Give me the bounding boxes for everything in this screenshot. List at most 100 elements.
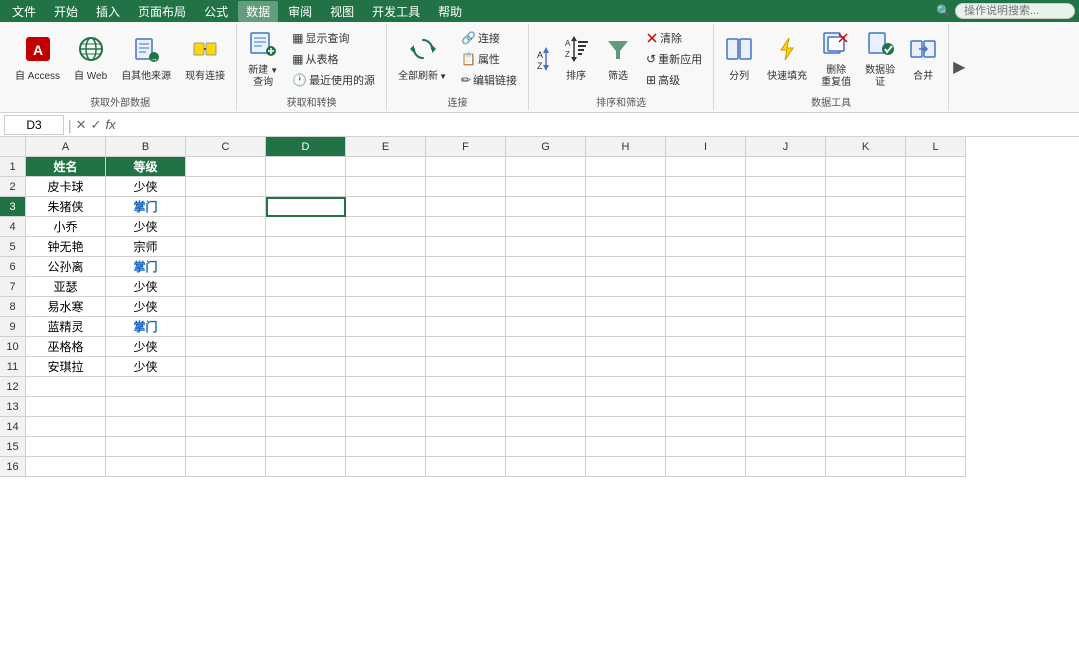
cell-D11[interactable] <box>266 357 346 377</box>
cell-A9[interactable]: 蓝精灵 <box>26 317 106 337</box>
cell-J2[interactable] <box>746 177 826 197</box>
cell-C13[interactable] <box>186 397 266 417</box>
cell-B7[interactable]: 少侠 <box>106 277 186 297</box>
menu-file[interactable]: 文件 <box>4 1 44 22</box>
cell-L9[interactable] <box>906 317 966 337</box>
cell-A3[interactable]: 朱猪侠 <box>26 197 106 217</box>
cell-K15[interactable] <box>826 437 906 457</box>
cell-E2[interactable] <box>346 177 426 197</box>
cell-K16[interactable] <box>826 457 906 477</box>
cell-J15[interactable] <box>746 437 826 457</box>
cell-E4[interactable] <box>346 217 426 237</box>
cell-J12[interactable] <box>746 377 826 397</box>
col-header-A[interactable]: A <box>26 137 106 157</box>
cell-E1[interactable] <box>346 157 426 177</box>
cell-E15[interactable] <box>346 437 426 457</box>
col-header-L[interactable]: L <box>906 137 966 157</box>
row-number-10[interactable]: 10 <box>0 337 26 357</box>
cell-F3[interactable] <box>426 197 506 217</box>
cell-L8[interactable] <box>906 297 966 317</box>
btn-from-table[interactable]: ▦ 从表格 <box>287 49 380 69</box>
cell-C14[interactable] <box>186 417 266 437</box>
cancel-icon[interactable]: ✕ <box>76 117 87 133</box>
cell-E3[interactable] <box>346 197 426 217</box>
cell-G2[interactable] <box>506 177 586 197</box>
cell-B1[interactable]: 等级 <box>106 157 186 177</box>
cell-L13[interactable] <box>906 397 966 417</box>
col-header-F[interactable]: F <box>426 137 506 157</box>
btn-show-query[interactable]: ▦ 显示查询 <box>287 28 380 48</box>
cell-H7[interactable] <box>586 277 666 297</box>
cell-H12[interactable] <box>586 377 666 397</box>
cell-B5[interactable]: 宗师 <box>106 237 186 257</box>
cell-C12[interactable] <box>186 377 266 397</box>
cell-H10[interactable] <box>586 337 666 357</box>
cell-L10[interactable] <box>906 337 966 357</box>
cell-G13[interactable] <box>506 397 586 417</box>
cell-D3[interactable] <box>266 197 346 217</box>
cell-B13[interactable] <box>106 397 186 417</box>
cell-F7[interactable] <box>426 277 506 297</box>
cell-G7[interactable] <box>506 277 586 297</box>
cell-C10[interactable] <box>186 337 266 357</box>
cell-C15[interactable] <box>186 437 266 457</box>
cell-E16[interactable] <box>346 457 426 477</box>
cell-F15[interactable] <box>426 437 506 457</box>
search-input[interactable] <box>955 3 1075 19</box>
cell-G15[interactable] <box>506 437 586 457</box>
cell-H3[interactable] <box>586 197 666 217</box>
cell-H16[interactable] <box>586 457 666 477</box>
cell-K6[interactable] <box>826 257 906 277</box>
cell-B8[interactable]: 少侠 <box>106 297 186 317</box>
menu-formula[interactable]: 公式 <box>196 1 236 22</box>
cell-H6[interactable] <box>586 257 666 277</box>
cell-K7[interactable] <box>826 277 906 297</box>
cell-H2[interactable] <box>586 177 666 197</box>
cell-C4[interactable] <box>186 217 266 237</box>
cell-F6[interactable] <box>426 257 506 277</box>
cell-J5[interactable] <box>746 237 826 257</box>
btn-refresh-all[interactable]: 全部刷新 ▼ <box>393 26 452 92</box>
col-header-H[interactable]: H <box>586 137 666 157</box>
cell-G12[interactable] <box>506 377 586 397</box>
row-number-1[interactable]: 1 <box>0 157 26 177</box>
cell-H9[interactable] <box>586 317 666 337</box>
cell-F13[interactable] <box>426 397 506 417</box>
cell-L7[interactable] <box>906 277 966 297</box>
cell-G10[interactable] <box>506 337 586 357</box>
btn-flash-fill[interactable]: 快速填充 <box>762 26 812 92</box>
cell-G8[interactable] <box>506 297 586 317</box>
cell-L16[interactable] <box>906 457 966 477</box>
cell-K1[interactable] <box>826 157 906 177</box>
col-header-K[interactable]: K <box>826 137 906 157</box>
cell-C8[interactable] <box>186 297 266 317</box>
cell-F16[interactable] <box>426 457 506 477</box>
cell-C3[interactable] <box>186 197 266 217</box>
cell-K12[interactable] <box>826 377 906 397</box>
cell-J8[interactable] <box>746 297 826 317</box>
col-header-C[interactable]: C <box>186 137 266 157</box>
cell-B6[interactable]: 掌门 <box>106 257 186 277</box>
cell-B4[interactable]: 少侠 <box>106 217 186 237</box>
cell-B9[interactable]: 掌门 <box>106 317 186 337</box>
cell-G1[interactable] <box>506 157 586 177</box>
cell-J13[interactable] <box>746 397 826 417</box>
cell-A11[interactable]: 安琪拉 <box>26 357 106 377</box>
cell-F12[interactable] <box>426 377 506 397</box>
cell-I8[interactable] <box>666 297 746 317</box>
cell-L11[interactable] <box>906 357 966 377</box>
cell-A10[interactable]: 巫格格 <box>26 337 106 357</box>
btn-edit-links[interactable]: ✏ 编辑链接 <box>456 70 522 90</box>
cell-G11[interactable] <box>506 357 586 377</box>
row-number-6[interactable]: 6 <box>0 257 26 277</box>
cell-J6[interactable] <box>746 257 826 277</box>
cell-D16[interactable] <box>266 457 346 477</box>
cell-H11[interactable] <box>586 357 666 377</box>
cell-H8[interactable] <box>586 297 666 317</box>
cell-A5[interactable]: 钟无艳 <box>26 237 106 257</box>
btn-data-validation[interactable]: 数据验证 <box>860 26 900 92</box>
btn-split-columns[interactable]: 分列 <box>720 26 758 92</box>
cell-F11[interactable] <box>426 357 506 377</box>
cell-J1[interactable] <box>746 157 826 177</box>
cell-F1[interactable] <box>426 157 506 177</box>
